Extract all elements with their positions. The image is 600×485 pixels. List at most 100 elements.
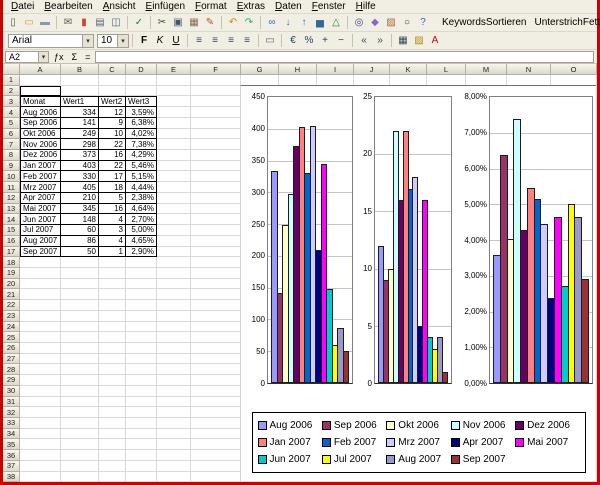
cell-A5[interactable]: Sep 2006 [20,118,61,129]
cell-F30[interactable] [191,386,241,397]
cell-A14[interactable]: Jun 2007 [20,214,61,225]
insert-chart-icon[interactable]: ▅ [312,15,328,30]
cell-E12[interactable] [157,193,191,204]
selected-cell-A2[interactable] [20,86,61,97]
cell-A32[interactable] [20,407,61,418]
cell-B20[interactable] [61,279,99,290]
cell-F31[interactable] [191,397,241,408]
cell-C6[interactable]: 10 [99,129,126,140]
cell-D19[interactable] [126,268,157,279]
row-header-2[interactable]: 2 [3,86,20,97]
cell-C24[interactable] [99,322,126,333]
cell-E10[interactable] [157,171,191,182]
cell-B37[interactable] [61,461,99,472]
row-header-28[interactable]: 28 [3,364,20,375]
cell-F35[interactable] [191,439,241,450]
cell-D10[interactable]: 5,15% [126,171,157,182]
cell-E14[interactable] [157,214,191,225]
cell-D38[interactable] [126,472,157,482]
draw-functions-icon[interactable]: △ [328,15,344,30]
row-header-25[interactable]: 25 [3,332,20,343]
cell-E31[interactable] [157,397,191,408]
cell-C30[interactable] [99,386,126,397]
cell-F3[interactable] [191,96,241,107]
cell-C26[interactable] [99,343,126,354]
align-right-icon[interactable]: ≡ [223,33,239,48]
cell-B14[interactable]: 148 [61,214,99,225]
cell-D23[interactable] [126,311,157,322]
cell-A29[interactable] [20,375,61,386]
cell-D7[interactable]: 7,38% [126,139,157,150]
cell-E4[interactable] [157,107,191,118]
cell-F8[interactable] [191,150,241,161]
cell-A1[interactable] [20,75,61,86]
cell-D2[interactable] [126,86,157,97]
cell-B4[interactable]: 334 [61,107,99,118]
cell-C7[interactable]: 22 [99,139,126,150]
cell-C14[interactable]: 4 [99,214,126,225]
cell-E24[interactable] [157,322,191,333]
cell-C11[interactable]: 18 [99,182,126,193]
copy-icon[interactable]: ▣ [170,15,186,30]
chevron-down-icon[interactable]: ▾ [38,52,48,62]
col-header-J[interactable]: J [354,64,390,75]
menu-ansicht[interactable]: Ansicht [98,0,141,13]
cell-F7[interactable] [191,139,241,150]
cell-E23[interactable] [157,311,191,322]
cell-B17[interactable]: 50 [61,247,99,258]
cell-E16[interactable] [157,236,191,247]
cell-D20[interactable] [126,279,157,290]
cell-C36[interactable] [99,450,126,461]
cell-E6[interactable] [157,129,191,140]
cell-D13[interactable]: 4,64% [126,204,157,215]
formula-input[interactable] [95,51,594,63]
cell-A10[interactable]: Feb 2007 [20,171,61,182]
borders-icon[interactable]: ▦ [395,33,411,48]
cell-A35[interactable] [20,439,61,450]
cell-D4[interactable]: 3,59% [126,107,157,118]
cell-C33[interactable] [99,418,126,429]
cell-C16[interactable]: 4 [99,236,126,247]
cell-E36[interactable] [157,450,191,461]
cell-D31[interactable] [126,397,157,408]
cell-B2[interactable] [61,86,99,97]
cell-A3[interactable]: Monat [20,96,61,107]
cell-B8[interactable]: 373 [61,150,99,161]
col-header-I[interactable]: I [317,64,354,75]
print-icon[interactable]: ▤ [92,15,108,30]
cell-E2[interactable] [157,86,191,97]
cell-B1[interactable] [61,75,99,86]
col-header-O[interactable]: O [551,64,597,75]
cell-D17[interactable]: 2,90% [126,247,157,258]
row-header-38[interactable]: 38 [3,472,20,482]
add-decimal-icon[interactable]: + [317,33,333,48]
cell-D6[interactable]: 4,02% [126,129,157,140]
align-justify-icon[interactable]: ≡ [239,33,255,48]
cell-F32[interactable] [191,407,241,418]
row-header-34[interactable]: 34 [3,429,20,440]
cell-D14[interactable]: 2,70% [126,214,157,225]
cell-C4[interactable]: 12 [99,107,126,118]
cell-D34[interactable] [126,429,157,440]
cell-A23[interactable] [20,311,61,322]
row-header-13[interactable]: 13 [3,204,20,215]
cell-F33[interactable] [191,418,241,429]
cell-C13[interactable]: 16 [99,204,126,215]
cell-A12[interactable]: Apr 2007 [20,193,61,204]
cell-F28[interactable] [191,364,241,375]
cell-B28[interactable] [61,364,99,375]
cell-B16[interactable]: 86 [61,236,99,247]
bold-button[interactable]: F [136,33,152,48]
hyperlink-icon[interactable]: ∞ [264,15,280,30]
col-header-K[interactable]: K [390,64,427,75]
new-document-icon[interactable]: ▯ [5,15,21,30]
open-folder-icon[interactable]: ▭ [21,15,37,30]
cell-B22[interactable] [61,300,99,311]
row-header-20[interactable]: 20 [3,279,20,290]
cell-A15[interactable]: Jul 2007 [20,225,61,236]
cell-D30[interactable] [126,386,157,397]
row-header-29[interactable]: 29 [3,375,20,386]
cell-E20[interactable] [157,279,191,290]
cell-D21[interactable] [126,289,157,300]
chevron-down-icon[interactable]: ▾ [117,35,128,47]
